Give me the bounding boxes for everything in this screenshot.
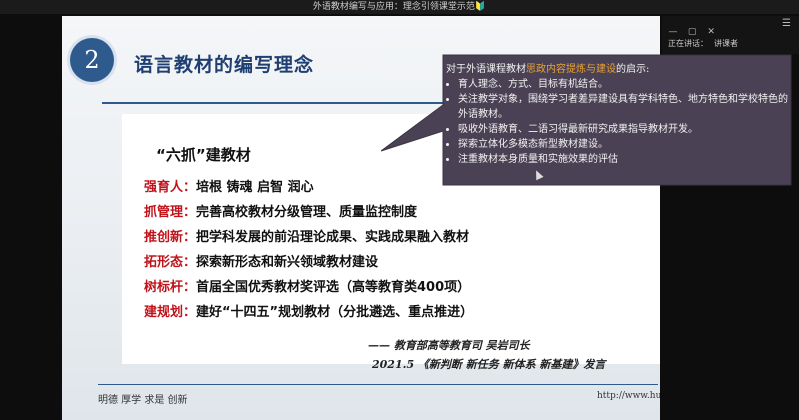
item-text: 建好“十四五”规划教材（分批遴选、重点推进） [196,305,474,320]
quote-source: 2021.5 《新判断 新任务 新体系 新基建》发言 [372,358,606,371]
panel-heading: “六抓”建教材 [156,146,251,164]
meeting-side-panel: — ▢ ✕ ☰ 正在讲话： 讲课者 [662,16,799,54]
list-item: 抓管理：完善高校教材分级管理、质量监控制度 [144,201,473,226]
item-key: 拓形态： [144,255,197,270]
item-text: 把学科发展的前沿理论成果、实践成果融入教材 [196,230,470,245]
callout-highlight: 思政内容提炼与建设 [526,64,616,75]
item-key: 强育人： [144,180,197,195]
callout-bullets: 育人理念、方式、目标有机结合。 关注教学对象，围绕学习者差异建设具有学科特色、地… [446,77,791,167]
callout-bullet: 关注教学对象，围绕学习者差异建设具有学科特色、地方特色和学校特色的外语教材。 [458,92,791,122]
close-icon[interactable]: ✕ [706,27,716,37]
title-bar: 外语教材编写与应用：理念引领课堂示范🔰 [0,0,799,14]
speaker-name: 讲课者 [714,39,738,48]
window-title: 外语教材编写与应用：理念引领课堂示范🔰 [312,2,487,12]
slide-number-badge: 2 [70,38,114,82]
slide-title: 语言教材的编写理念 [134,54,315,76]
callout-bullet: 吸收外语教育、二语习得最新研究成果指导教材开发。 [458,122,791,137]
quote-signature: —— 教育部高等教育司 吴岩司长 [368,339,530,352]
speaking-label: 正在讲话： [668,39,708,48]
item-key: 推创新： [144,230,197,245]
callout-bullet: 探索立体化多模态新型教材建设。 [458,137,791,152]
item-key: 树标杆： [144,280,197,295]
item-text: 培根 铸魂 启智 润心 [196,180,314,195]
callout-intro: 对于外语课程教材思政内容提炼与建设的启示: [446,64,650,75]
item-text: 探索新形态和新兴领域教材建设 [196,255,379,270]
item-text: 首届全国优秀教材奖评选（高等教育类400项） [196,280,471,295]
item-list: 强育人：培根 铸魂 启智 润心 抓管理：完善高校教材分级管理、质量监控制度 推创… [144,176,473,326]
restore-icon[interactable]: ▢ [687,27,697,37]
list-item: 推创新：把学科发展的前沿理论成果、实践成果融入教材 [144,226,473,251]
item-key: 抓管理： [144,205,197,220]
footer-divider [98,384,658,385]
speaker-row: 正在讲话： 讲课者 [668,38,744,49]
list-item: 建规划：建好“十四五”规划教材（分批遴选、重点推进） [144,301,473,326]
callout-bullet: 育人理念、方式、目标有机结合。 [458,77,791,92]
hamburger-icon[interactable]: ☰ [782,19,791,29]
list-item: 拓形态：探索新形态和新兴领域教材建设 [144,251,473,276]
footer-motto: 明德 厚学 求是 创新 [98,395,188,406]
footer-url: http://www.hust.edu.cn/ [597,391,660,401]
panel-controls: — ▢ ✕ [668,19,720,38]
callout-text: 对于外语课程教材思政内容提炼与建设的启示: 育人理念、方式、目标有机结合。 关注… [446,62,791,167]
minimize-icon[interactable]: — [668,27,678,37]
callout-bullet: 注重教材本身质量和实施效果的评估 [458,152,791,167]
item-text: 完善高校教材分级管理、质量监控制度 [196,205,418,220]
list-item: 树标杆：首届全国优秀教材奖评选（高等教育类400项） [144,276,473,301]
item-key: 建规划： [144,305,197,320]
